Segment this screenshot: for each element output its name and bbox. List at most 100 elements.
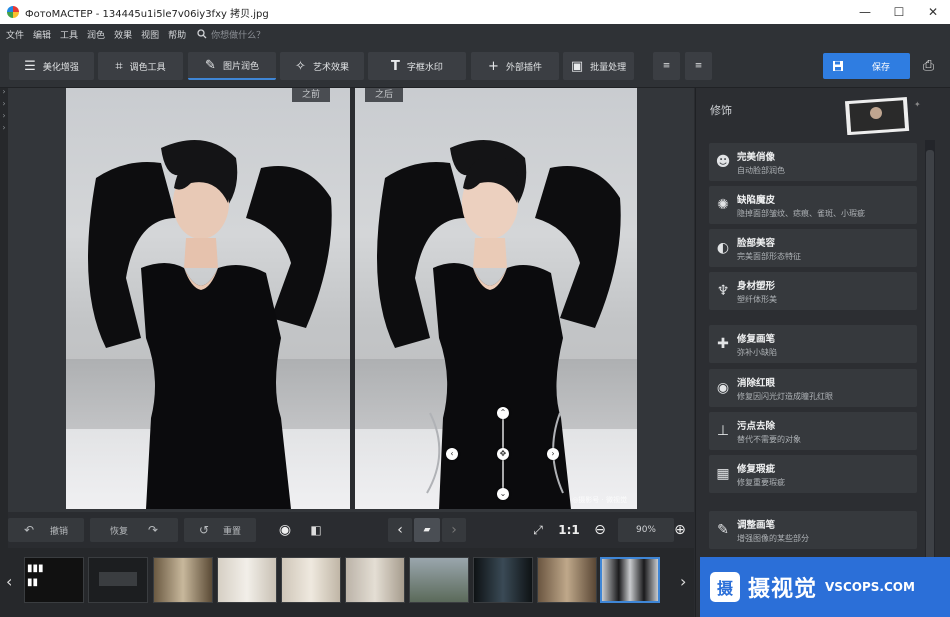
tool-desc: 完美面部形态特征 bbox=[737, 251, 801, 261]
minimize-button[interactable]: — bbox=[848, 0, 882, 24]
preview-canvas: 之前 ⌃ ✥ ⌄ ‹ › ◎摄影号 · 微视觉 之后 bbox=[8, 88, 694, 512]
brand-url: VSCOPS.COM bbox=[825, 580, 915, 594]
menu-edit[interactable]: 编辑 bbox=[33, 28, 51, 41]
tool-name: 脸部美容 bbox=[737, 237, 776, 249]
history-button[interactable]: ≡ bbox=[653, 52, 680, 80]
compare-history-button[interactable]: ≡ bbox=[685, 52, 712, 80]
thumbnail-1[interactable]: ▮▮▮ ▮▮ bbox=[24, 557, 84, 603]
save-button[interactable]: 保存 bbox=[823, 53, 910, 79]
thumbnail-8[interactable] bbox=[473, 557, 533, 603]
thumbnail-2[interactable] bbox=[88, 557, 148, 603]
tab-batch[interactable]: ▣ 批量处理 bbox=[563, 52, 634, 80]
zoom-level-field[interactable]: 90% bbox=[618, 518, 674, 542]
title-bar: ФотоМАСТЕР - 134445u1i5le7v06iy3fxy 拷贝.j… bbox=[0, 0, 950, 24]
next-image-button[interactable]: › bbox=[442, 518, 466, 542]
menu-tools[interactable]: 工具 bbox=[60, 28, 78, 41]
tab-frame-watermark-label: 字框水印 bbox=[406, 62, 443, 73]
tool-defect-repair[interactable]: ▦ 修复瑕疵 修复重要瑕疵 bbox=[709, 455, 917, 493]
reshape-right-handle[interactable]: › bbox=[547, 448, 559, 460]
tool-face-beauty[interactable]: ◐ 脸部美容 完美面部形态特征 bbox=[709, 229, 917, 267]
tab-retouch[interactable]: ✎ 图片润色 bbox=[188, 52, 276, 80]
menu-retouch[interactable]: 润色 bbox=[87, 28, 105, 41]
reshape-move-handle[interactable]: ✥ bbox=[497, 448, 509, 460]
stamp-icon: ⊥ bbox=[716, 423, 730, 439]
zoom-in-icon[interactable]: ⊕ bbox=[672, 518, 688, 542]
thumbnail-6[interactable] bbox=[345, 557, 405, 603]
tool-adjust-brush[interactable]: ✎ 调整画笔 增强图像的某些部分 bbox=[709, 511, 917, 549]
tab-enhance-label: 美化增强 bbox=[42, 62, 79, 73]
tab-art-effects[interactable]: ✧ 艺术效果 bbox=[280, 52, 364, 80]
woman-figure bbox=[377, 140, 621, 509]
bandage-icon: ✚ bbox=[717, 336, 729, 352]
tool-desc: 修复重要瑕疵 bbox=[737, 477, 785, 487]
zoom-1to1-button[interactable]: 1:1 bbox=[554, 518, 584, 542]
tool-desc: 弥补小缺陷 bbox=[737, 347, 777, 357]
filmstrip-prev-icon[interactable]: ‹ bbox=[6, 572, 12, 591]
redo-icon: ↷ bbox=[147, 523, 159, 537]
history-compare-icon: ≡ bbox=[694, 61, 703, 71]
zoom-out-icon[interactable]: ⊖ bbox=[592, 518, 608, 542]
thumbnail-9[interactable] bbox=[537, 557, 597, 603]
tab-color-tools-label: 调色工具 bbox=[129, 62, 166, 73]
redo-button[interactable]: 恢复 ↷ bbox=[90, 518, 178, 542]
close-button[interactable]: ✕ bbox=[916, 0, 950, 24]
tool-red-eye[interactable]: ◉ 消除红眼 修复因闪光灯造成瞳孔红眼 bbox=[709, 369, 917, 407]
watermark-text: ◎摄影号 · 微视觉 bbox=[572, 496, 627, 504]
folder-button[interactable]: ▰ bbox=[414, 518, 440, 542]
eye-icon: ◉ bbox=[716, 380, 730, 396]
menu-file[interactable]: 文件 bbox=[6, 28, 24, 41]
prev-image-button[interactable]: ‹ bbox=[388, 518, 412, 542]
chevron-right-icon: › bbox=[2, 123, 6, 132]
after-label: 之后 bbox=[365, 88, 404, 102]
reshape-down-handle[interactable]: ⌄ bbox=[497, 488, 509, 500]
tool-desc: 修复因闪光灯造成瞳孔红眼 bbox=[737, 391, 833, 401]
left-collapse-strip[interactable]: › › › › bbox=[0, 87, 8, 548]
fit-screen-icon[interactable]: ⤢ bbox=[526, 518, 550, 542]
tool-name: 身材塑形 bbox=[737, 280, 776, 292]
tab-frame-watermark[interactable]: T 字框水印 bbox=[368, 52, 466, 80]
menu-effects[interactable]: 效果 bbox=[114, 28, 132, 41]
brand-logo-icon: 摄 bbox=[710, 572, 740, 602]
plus-icon: + bbox=[488, 58, 499, 74]
thumbnail-7[interactable] bbox=[409, 557, 469, 603]
maximize-button[interactable]: ☐ bbox=[882, 0, 916, 24]
split-view-icon[interactable]: ◧ bbox=[304, 518, 328, 542]
filmstrip: ‹ ▮▮▮ ▮▮ › bbox=[0, 548, 694, 617]
tab-enhance[interactable]: ☰ 美化增强 bbox=[9, 52, 94, 80]
reshape-up-handle[interactable]: ⌃ bbox=[497, 407, 509, 419]
menu-help[interactable]: 帮助 bbox=[168, 28, 186, 41]
before-image: 之前 bbox=[66, 88, 350, 509]
filmstrip-next-icon[interactable]: › bbox=[680, 572, 686, 591]
tool-desc: 替代不需要的对象 bbox=[737, 434, 801, 444]
tab-plugins[interactable]: + 外部插件 bbox=[471, 52, 559, 80]
tool-desc: 塑纤体形美 bbox=[737, 294, 777, 304]
panel-scrollbar-thumb[interactable] bbox=[926, 150, 934, 562]
thumbnail-4[interactable] bbox=[217, 557, 277, 603]
reset-label: 重置 bbox=[223, 526, 242, 537]
eye-icon[interactable]: ◉ bbox=[270, 518, 300, 542]
tool-healing-brush[interactable]: ✚ 修复画笔 弥补小缺陷 bbox=[709, 325, 917, 363]
reset-button[interactable]: ↺ 重置 bbox=[184, 518, 256, 542]
reshape-left-handle[interactable]: ‹ bbox=[446, 448, 458, 460]
tool-name: 调整画笔 bbox=[737, 519, 776, 531]
thumbnail-3[interactable] bbox=[153, 557, 213, 603]
svg-text:✦: ✦ bbox=[914, 100, 921, 109]
tool-body-shaping[interactable]: ♆ 身材塑形 塑纤体形美 bbox=[709, 272, 917, 310]
menu-view[interactable]: 视图 bbox=[141, 28, 159, 41]
redo-label: 恢复 bbox=[109, 526, 128, 537]
window-title: ФотоМАСТЕР - 134445u1i5le7v06iy3fxy 拷贝.j… bbox=[25, 8, 269, 20]
thumbnail-5[interactable] bbox=[281, 557, 341, 603]
print-button[interactable]: ⎙ bbox=[915, 53, 942, 79]
brush-icon: ✎ bbox=[205, 57, 216, 73]
tool-blemish-skin[interactable]: ✺ 缺陷魔皮 隐掉面部皱纹、痣痕、雀斑、小瑕疵 bbox=[709, 186, 917, 224]
tab-color-tools[interactable]: ⌗ 调色工具 bbox=[98, 52, 183, 80]
thumbnail-10-active[interactable] bbox=[600, 557, 660, 603]
search-box[interactable]: 你想做什么？ bbox=[197, 28, 265, 41]
undo-button[interactable]: ↶ 撤销 bbox=[8, 518, 84, 542]
menu-bar: 文件 编辑 工具 润色 效果 视图 帮助 你想做什么？ bbox=[0, 24, 950, 44]
tool-perfect-portrait[interactable]: ☻ 完美俏像 自动脸部润色 bbox=[709, 143, 917, 181]
chevron-right-icon: › bbox=[2, 87, 6, 96]
after-image: ⌃ ✥ ⌄ ‹ › ◎摄影号 · 微视觉 之后 bbox=[355, 88, 637, 509]
tool-spot-removal[interactable]: ⊥ 污点去除 替代不需要的对象 bbox=[709, 412, 917, 450]
app-logo-icon bbox=[7, 6, 19, 18]
